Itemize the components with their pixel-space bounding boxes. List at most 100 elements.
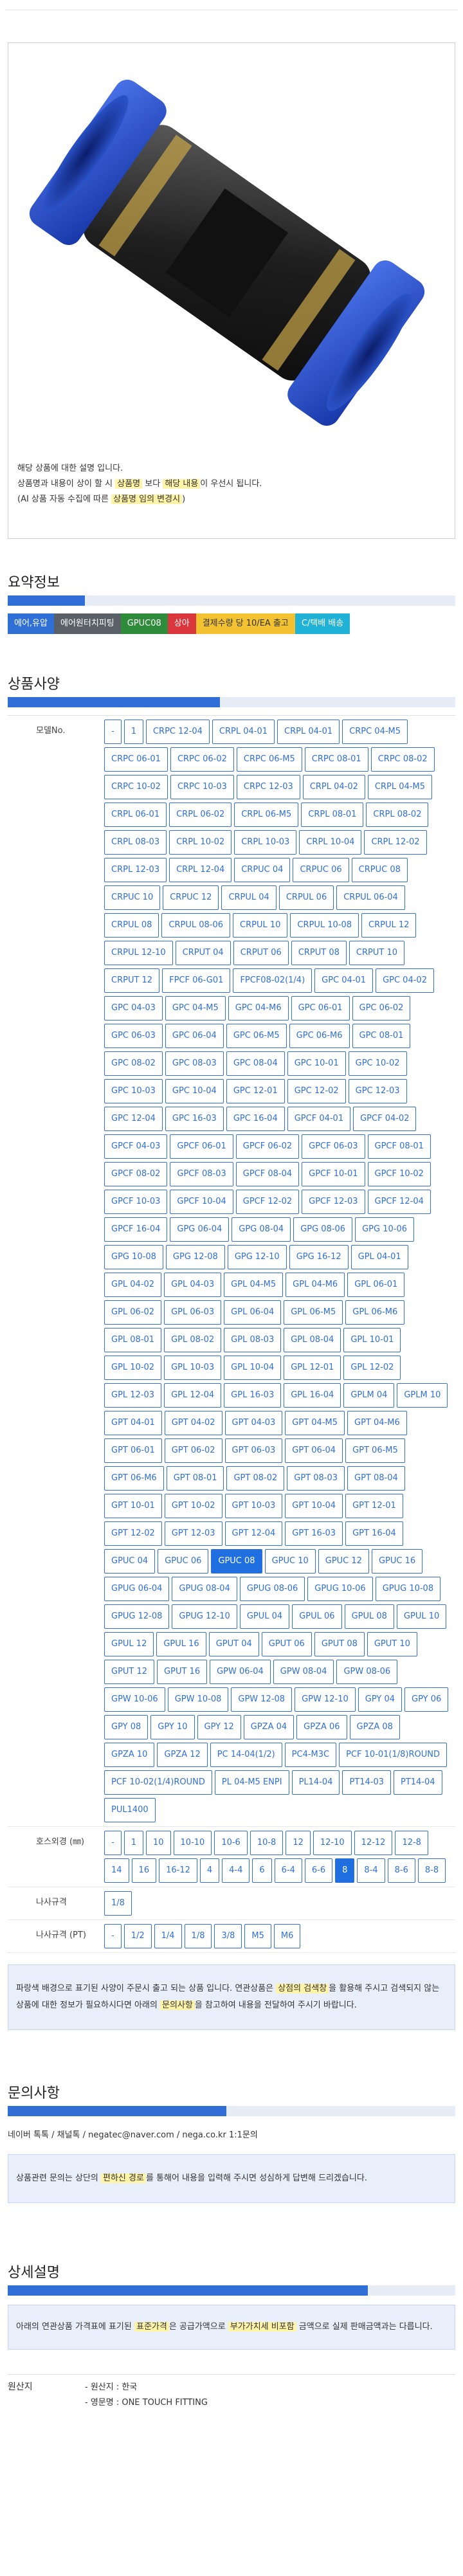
spec-option-button[interactable]: 14 (104, 1858, 129, 1883)
spec-option-button[interactable]: GPL 08-02 (164, 1328, 222, 1352)
spec-option-button[interactable]: GPT 08-02 (226, 1466, 285, 1491)
spec-option-button[interactable]: GPL 10-03 (164, 1356, 222, 1380)
spec-option-button[interactable]: GPC 06-03 (104, 1024, 163, 1048)
spec-option-button[interactable]: GPT 08-03 (287, 1466, 345, 1491)
spec-option-button[interactable]: 16 (131, 1858, 157, 1883)
spec-option-button[interactable]: GPW 08-06 (336, 1660, 398, 1684)
spec-option-button[interactable]: CRPUT 06 (233, 941, 289, 965)
spec-option-button[interactable]: GPL 10-02 (104, 1356, 162, 1380)
spec-option-button[interactable]: GPL 16-03 (224, 1383, 282, 1408)
spec-option-button[interactable]: CRPL 06-02 (169, 803, 232, 827)
spec-option-button[interactable]: - (104, 1831, 122, 1855)
spec-option-button[interactable]: GPC 06-02 (352, 996, 411, 1020)
spec-option-button[interactable]: CRPC 12-04 (145, 720, 210, 744)
spec-option-button[interactable]: GPT 04-M5 (285, 1411, 345, 1435)
spec-option-button[interactable]: GPW 12-10 (295, 1687, 356, 1712)
spec-option-button[interactable]: GPG 10-08 (104, 1245, 163, 1269)
spec-option-button[interactable]: GPUL 16 (156, 1632, 206, 1656)
spec-option-button[interactable]: PT14-03 (342, 1770, 391, 1795)
spec-option-button[interactable]: GPC 16-03 (165, 1107, 224, 1131)
spec-option-button[interactable]: GPW 06-04 (210, 1660, 271, 1684)
spec-option-button[interactable]: 10-10 (173, 1831, 212, 1855)
spec-option-button[interactable]: GPUT 08 (314, 1632, 365, 1656)
spec-option-button[interactable]: GPCF 04-01 (287, 1107, 351, 1131)
spec-option-button[interactable]: GPC 04-03 (104, 996, 163, 1020)
spec-option-button[interactable]: CRPL 04-01 (277, 720, 340, 744)
spec-option-button[interactable]: GPZA 12 (157, 1743, 208, 1767)
spec-option-button[interactable]: GPY 04 (358, 1687, 402, 1712)
spec-option-button[interactable]: 16-12 (159, 1858, 197, 1883)
spec-option-button[interactable]: GPL 12-03 (104, 1383, 162, 1408)
spec-option-button[interactable]: GPC 10-03 (104, 1079, 163, 1103)
spec-option-button[interactable]: 12-10 (313, 1831, 352, 1855)
spec-option-button[interactable]: CRPC 06-M5 (236, 747, 302, 772)
spec-option-button[interactable]: 4 (199, 1858, 220, 1883)
spec-option-button[interactable]: GPC 06-M6 (289, 1024, 350, 1048)
spec-option-button[interactable]: GPL 06-01 (347, 1273, 405, 1297)
spec-option-button[interactable]: CRPL 04-02 (302, 775, 365, 799)
spec-option-button[interactable]: CRPL 12-03 (104, 858, 167, 882)
spec-option-button[interactable]: CRPUT 12 (104, 968, 160, 993)
spec-option-button[interactable]: 8-8 (417, 1858, 446, 1883)
spec-option-button[interactable]: 6 (252, 1858, 272, 1883)
spec-option-button[interactable]: CRPL 08-02 (366, 803, 429, 827)
spec-option-button[interactable]: GPUL 08 (344, 1604, 394, 1629)
spec-option-button[interactable]: GPCF 08-04 (235, 1162, 300, 1186)
spec-option-button[interactable]: 6-4 (274, 1858, 302, 1883)
spec-option-button[interactable]: CRPC 12-03 (236, 775, 300, 799)
spec-option-button[interactable]: CRPL 04-M5 (367, 775, 432, 799)
spec-option-button[interactable]: CRPUC 08 (351, 858, 408, 882)
spec-option-button[interactable]: CRPUC 04 (234, 858, 291, 882)
spec-option-button[interactable]: GPG 06-04 (170, 1217, 230, 1242)
spec-option-button[interactable]: 8-6 (387, 1858, 415, 1883)
spec-option-button[interactable]: GPC 08-01 (352, 1024, 411, 1048)
spec-option-button[interactable]: GPL 12-04 (164, 1383, 222, 1408)
spec-option-button[interactable]: GPL 04-03 (164, 1273, 222, 1297)
spec-option-button[interactable]: GPL 10-04 (224, 1356, 282, 1380)
spec-option-button[interactable]: GPUL 04 (239, 1604, 290, 1629)
spec-option-button[interactable]: GPY 10 (150, 1715, 195, 1739)
spec-option-button[interactable]: GPT 06-04 (285, 1438, 343, 1463)
spec-option-button[interactable]: GPCF 06-01 (170, 1134, 233, 1159)
spec-option-button[interactable]: GPUC 10 (264, 1549, 316, 1574)
spec-option-button[interactable]: GPL 12-02 (343, 1356, 401, 1380)
spec-option-button[interactable]: CRPUL 06 (278, 885, 334, 910)
spec-option-button[interactable]: 10 (145, 1831, 171, 1855)
spec-option-button[interactable]: CRPC 06-02 (170, 747, 234, 772)
spec-option-button[interactable]: GPCF 12-02 (235, 1190, 300, 1214)
spec-option-button[interactable]: GPUG 10-08 (375, 1577, 441, 1601)
spec-option-button[interactable]: GPC 08-03 (165, 1051, 224, 1076)
spec-option-button[interactable]: GPUT 10 (367, 1632, 417, 1656)
spec-option-button[interactable]: GPW 08-04 (273, 1660, 334, 1684)
spec-option-button[interactable]: GPT 06-01 (104, 1438, 162, 1463)
spec-option-button[interactable]: GPCF 06-02 (235, 1134, 300, 1159)
spec-option-button[interactable]: GPT 12-04 (224, 1521, 283, 1546)
spec-option-button[interactable]: 12-8 (395, 1831, 428, 1855)
spec-option-button[interactable]: FPCF08-02(1/4) (233, 968, 313, 993)
spec-option-button[interactable]: 1/8 (184, 1924, 212, 1948)
spec-option-button[interactable]: GPC 06-04 (165, 1024, 224, 1048)
spec-option-button[interactable]: GPCF 04-02 (353, 1107, 417, 1131)
spec-option-button[interactable]: CRPL 10-03 (234, 830, 297, 855)
spec-option-button[interactable]: GPL 04-01 (350, 1245, 408, 1269)
spec-option-button[interactable]: 8-4 (357, 1858, 385, 1883)
spec-option-button[interactable]: M6 (273, 1924, 301, 1948)
spec-option-button[interactable]: GPUG 06-04 (104, 1577, 170, 1601)
spec-option-button[interactable]: GPUT 04 (208, 1632, 259, 1656)
spec-option-button[interactable]: GPT 04-03 (224, 1411, 283, 1435)
spec-option-button[interactable]: GPL 06-02 (104, 1300, 162, 1325)
spec-option-button[interactable]: 3/8 (214, 1924, 242, 1948)
spec-option-button[interactable]: GPZA 08 (349, 1715, 400, 1739)
spec-option-button[interactable]: GPL 08-01 (104, 1328, 162, 1352)
spec-option-button[interactable]: GPL 06-04 (224, 1300, 282, 1325)
spec-option-button[interactable]: GPL 12-01 (284, 1356, 341, 1380)
spec-option-button[interactable]: GPT 08-04 (347, 1466, 405, 1491)
spec-option-button[interactable]: CRPL 06-01 (104, 803, 167, 827)
spec-option-button[interactable]: M5 (244, 1924, 271, 1948)
spec-option-button[interactable]: FPCF 06-G01 (162, 968, 231, 993)
spec-option-button[interactable]: 12-12 (354, 1831, 393, 1855)
spec-option-button[interactable]: GPC 06-01 (291, 996, 350, 1020)
spec-option-button[interactable]: GPC 04-01 (314, 968, 374, 993)
spec-option-button[interactable]: GPL 04-M6 (286, 1273, 345, 1297)
spec-option-button[interactable]: GPW 12-08 (231, 1687, 293, 1712)
